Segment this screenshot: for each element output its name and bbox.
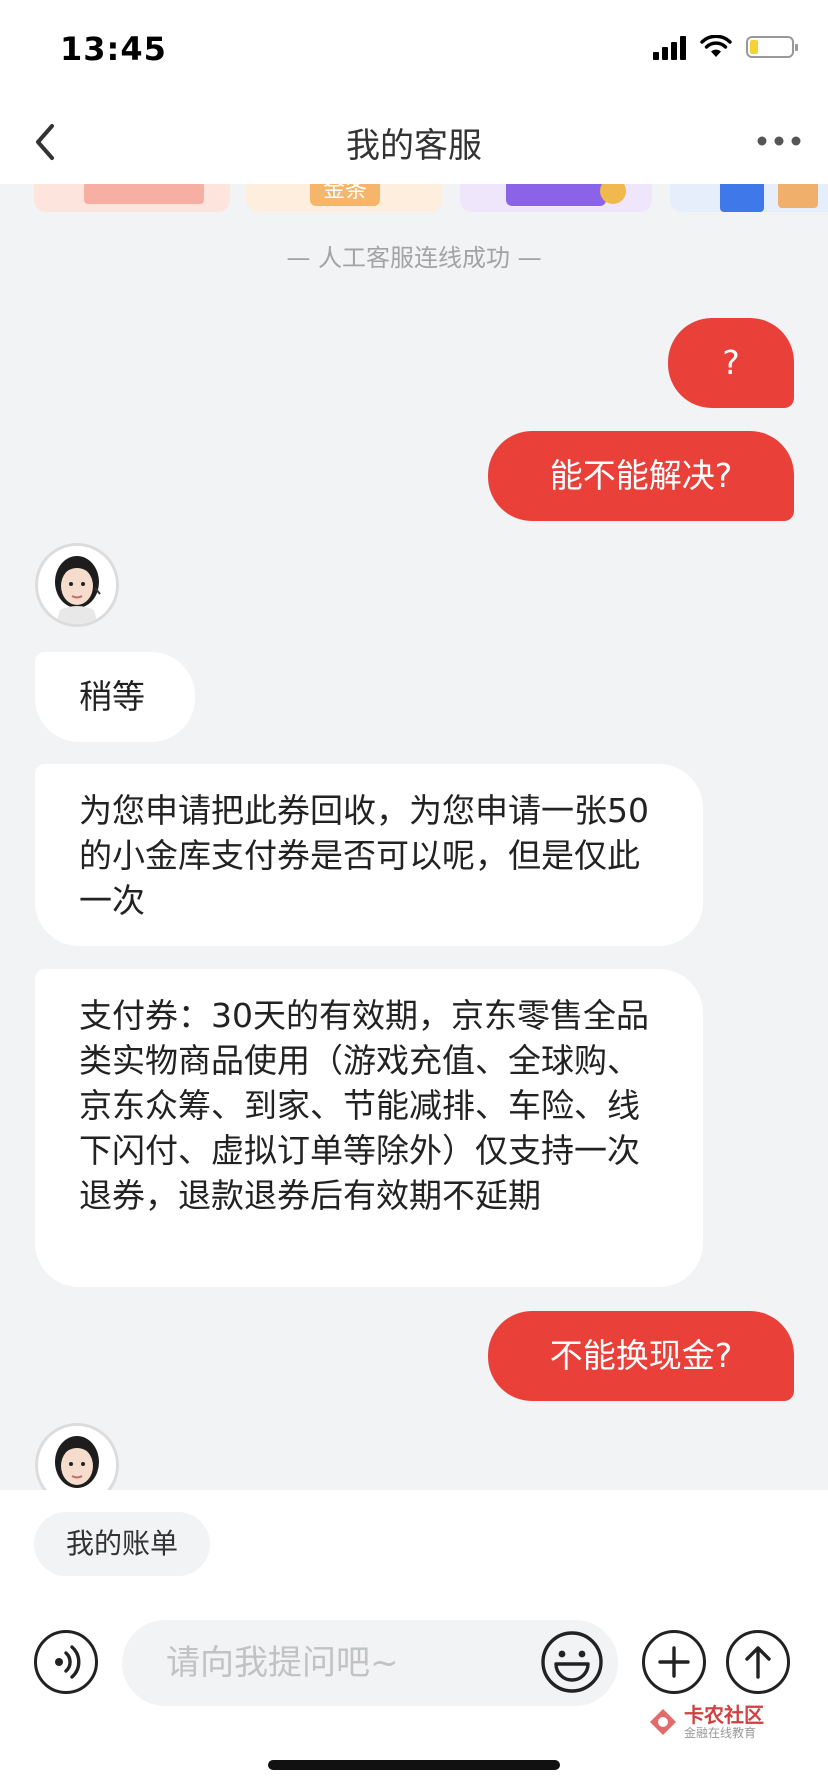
status-time: 13:45 <box>60 30 167 68</box>
quick-reply-my-bill[interactable]: 我的账单 <box>34 1512 211 1576</box>
chat-bubble-outgoing: 不能换现金? <box>488 1311 794 1401</box>
voice-icon <box>55 1645 81 1679</box>
promo-banner[interactable] <box>670 184 828 212</box>
wifi-icon <box>700 35 732 57</box>
system-message: — 人工客服连线成功 — <box>286 244 542 272</box>
home-indicator[interactable] <box>268 1760 560 1770</box>
watermark-icon <box>650 1709 676 1735</box>
chat-bubble-incoming: 稍等 <box>35 652 195 742</box>
status-bar: 13:45 <box>0 0 828 100</box>
watermark-title: 卡农社区 <box>684 1703 764 1727</box>
watermark-logo: 卡农社区 金融在线教育 <box>648 1704 764 1740</box>
battery-icon <box>746 36 798 58</box>
emoji-icon[interactable] <box>540 1630 604 1694</box>
nav-header: 我的客服 <box>0 100 828 184</box>
plus-icon <box>658 1646 690 1678</box>
chat-bubble-incoming: 为您申请把此券回收，为您申请一张50的小金库支付券是否可以呢，但是仅此一次 <box>35 764 703 946</box>
promo-banner[interactable] <box>34 184 230 212</box>
arrow-up-icon <box>745 1646 771 1679</box>
voice-input-button[interactable] <box>34 1630 98 1694</box>
page-title: 我的客服 <box>346 126 482 166</box>
chat-bubble-outgoing: ? <box>668 318 794 408</box>
promo-banner[interactable] <box>460 184 652 212</box>
cellular-signal-icon <box>653 34 686 60</box>
promo-banner[interactable]: 金条 <box>246 184 442 212</box>
agent-avatar <box>35 543 119 627</box>
watermark-subtitle: 金融在线教育 <box>684 1726 757 1740</box>
more-options-icon[interactable] <box>756 126 802 156</box>
send-button[interactable] <box>726 1630 790 1694</box>
input-bar <box>0 1614 828 1710</box>
add-attachment-button[interactable] <box>642 1630 706 1694</box>
status-icons <box>653 34 798 60</box>
bottom-panel: 我的账单 请向我提问吧~ 卡农社区 金融在线教育 <box>0 1490 828 1792</box>
promo-banner-strip: 金条 <box>0 184 828 214</box>
chat-bubble-incoming: 支付券：30天的有效期，京东零售全品类实物商品使用（游戏充值、全球购、京东众筹、… <box>35 969 703 1287</box>
chat-bubble-outgoing: 能不能解决? <box>488 431 794 521</box>
agent-face-icon <box>38 546 116 624</box>
